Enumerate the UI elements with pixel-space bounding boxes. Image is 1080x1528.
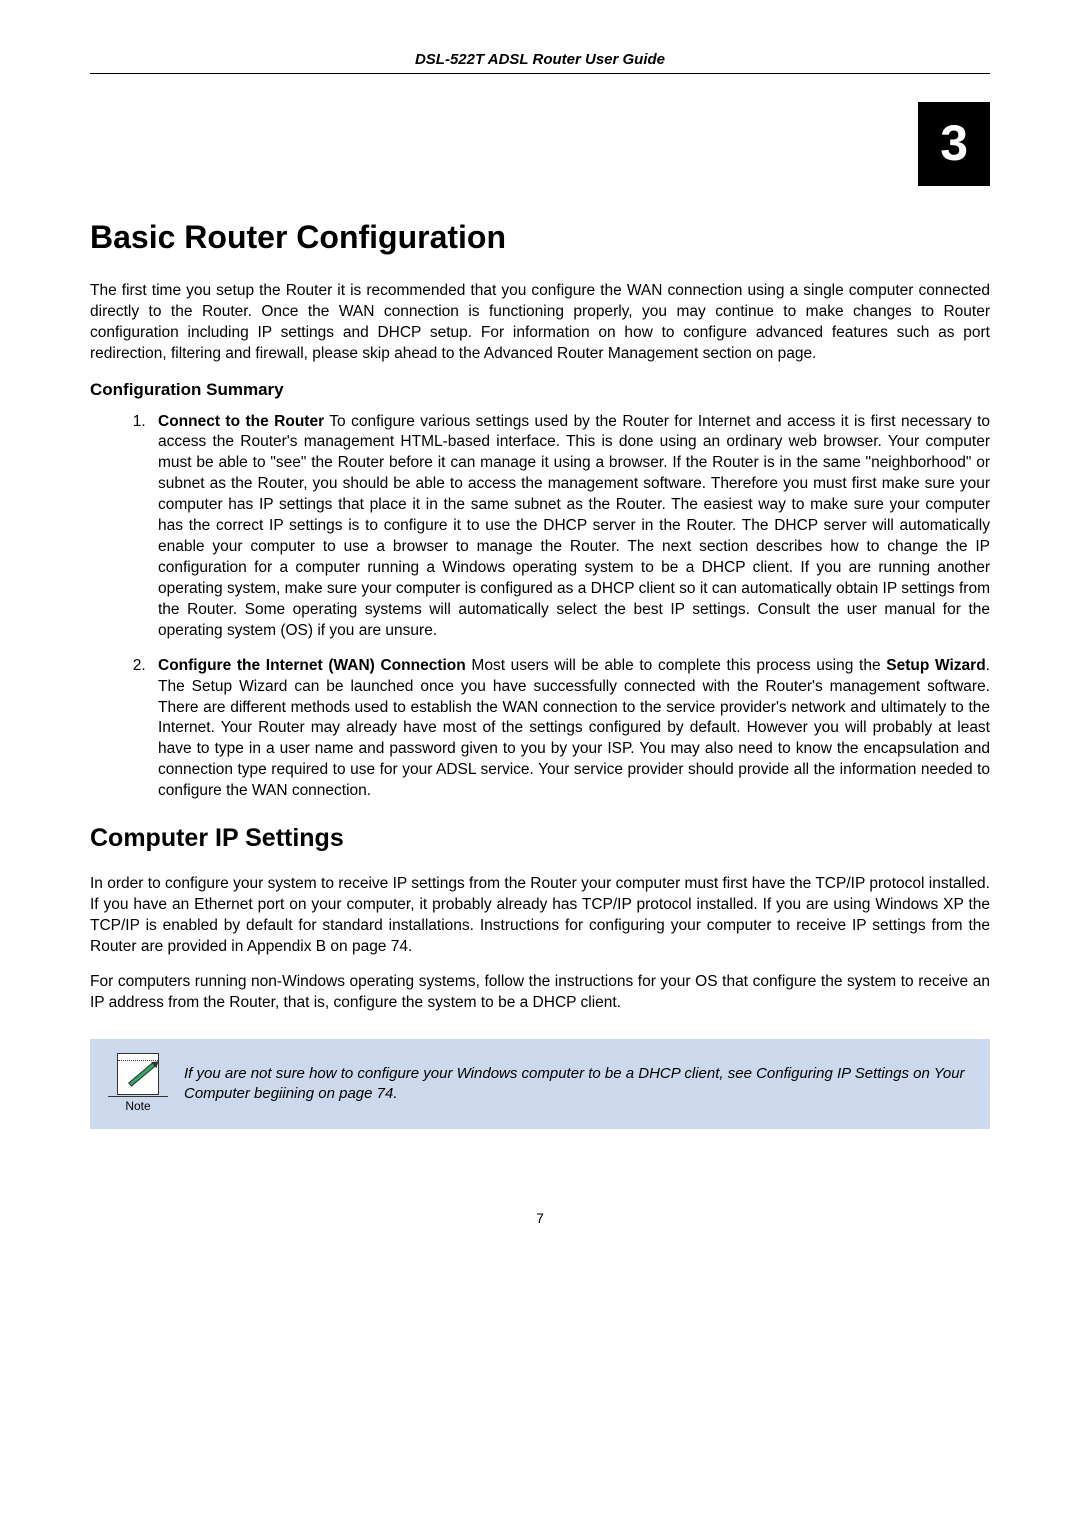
page-number: 7: [90, 1209, 990, 1228]
config-summary-heading: Configuration Summary: [90, 379, 990, 402]
note-icon-container: Note: [108, 1053, 168, 1114]
config-steps-list: Connect to the Router To configure vario…: [90, 412, 990, 803]
page-title: Basic Router Configuration: [90, 216, 990, 259]
item-bold-inline: Setup Wizard: [886, 657, 985, 674]
item-lead: Connect to the Router: [158, 413, 324, 430]
document-header: DSL-522T ADSL Router User Guide: [90, 50, 990, 74]
list-item: Connect to the Router To configure vario…: [150, 412, 990, 642]
item-body: To configure various settings used by th…: [158, 413, 990, 639]
item-mid: Most users will be able to complete this…: [466, 657, 887, 674]
note-callout: Note If you are not sure how to configur…: [90, 1039, 990, 1128]
item-lead: Configure the Internet (WAN) Connection: [158, 657, 466, 674]
intro-paragraph: The first time you setup the Router it i…: [90, 281, 990, 365]
section-heading-computer-ip: Computer IP Settings: [90, 822, 990, 856]
item-body: . The Setup Wizard can be launched once …: [158, 657, 990, 800]
chapter-number-badge: 3: [918, 102, 990, 186]
body-paragraph: For computers running non-Windows operat…: [90, 972, 990, 1014]
body-paragraph: In order to configure your system to rec…: [90, 874, 990, 958]
note-label: Note: [108, 1096, 168, 1114]
note-pencil-icon: [117, 1053, 159, 1095]
note-text: If you are not sure how to configure you…: [168, 1064, 972, 1105]
list-item: Configure the Internet (WAN) Connection …: [150, 656, 990, 802]
